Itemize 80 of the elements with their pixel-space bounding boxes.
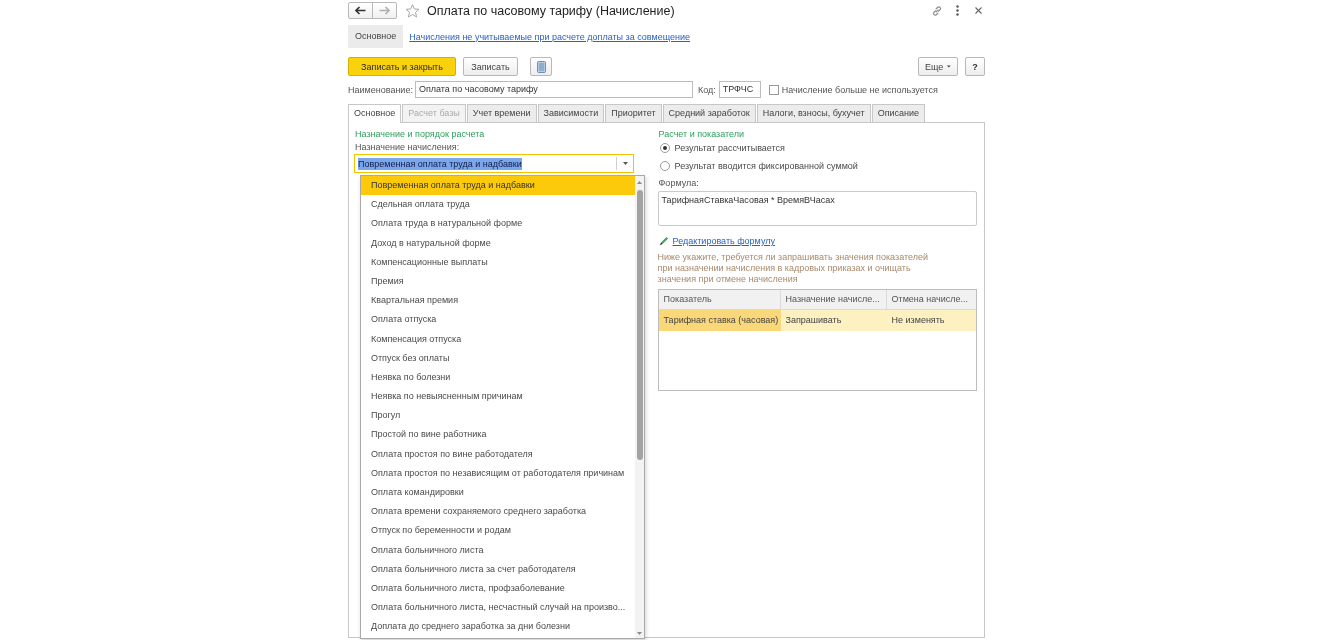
- name-field[interactable]: Оплата по часовому тарифу: [414, 81, 693, 98]
- dropdown-option[interactable]: Квартальная премия: [361, 291, 635, 311]
- purpose-combobox[interactable]: Повременная оплата труда и надбавки: [354, 154, 634, 173]
- pencil-icon: [658, 236, 669, 246]
- more-icon[interactable]: [956, 5, 959, 16]
- radio-label: Результат вводится фиксированной суммой: [674, 161, 858, 171]
- tab[interactable]: Налоги, взносы, бухучет: [756, 104, 871, 122]
- back-button[interactable]: [348, 2, 373, 19]
- checkbox[interactable]: [768, 84, 779, 95]
- section-link[interactable]: Начисления не учитываемые при расчете доплаты за совмещение: [409, 31, 690, 42]
- help-button[interactable]: ?: [965, 57, 985, 76]
- code-field[interactable]: ТРФЧС: [718, 81, 761, 98]
- dropdown-option[interactable]: Доход в натуральной форме: [361, 233, 635, 253]
- column-header[interactable]: Показатель: [658, 290, 781, 310]
- section-tab[interactable]: Основное: [348, 25, 404, 48]
- dropdown-option[interactable]: Компенсационные выплаты: [361, 252, 635, 272]
- dropdown-option[interactable]: Оплата простоя по независящим от работодателя причинам: [361, 463, 635, 483]
- dropdown-option[interactable]: Премия: [361, 271, 635, 292]
- dropdown-option[interactable]: Отпуск по беременности и родам: [361, 521, 635, 541]
- tab[interactable]: Описание: [871, 104, 926, 122]
- tab[interactable]: Учет времени: [466, 104, 537, 122]
- hint-text: Ниже укажите, требуется ли запрашивать значения показателей при назначении начисления в кадровых приказах и очищать значения при отмене начисления: [657, 252, 929, 285]
- tab[interactable]: Приоритет: [605, 104, 662, 122]
- scrollbar-thumb[interactable]: [636, 190, 643, 460]
- field-label: Назначение начисления:: [354, 141, 461, 153]
- radio-label: Результат рассчитывается: [674, 143, 785, 153]
- dropdown-option[interactable]: Оплата больничного листа за счет работодателя: [361, 559, 635, 579]
- column-header[interactable]: Назначение начисле...: [780, 290, 887, 310]
- dropdown-option[interactable]: Оплата труда в натуральной форме: [361, 214, 635, 234]
- document-button[interactable]: [530, 57, 552, 76]
- left-arrow-icon: [355, 6, 366, 15]
- section-heading: Назначение и порядок расчета: [354, 128, 486, 140]
- table-cell: Тарифная ставка (часовая): [658, 310, 781, 331]
- edit-formula-link[interactable]: Редактировать формулу: [672, 236, 775, 246]
- tab[interactable]: Средний заработок: [662, 104, 756, 122]
- radio-button[interactable]: [659, 143, 670, 153]
- dropdown-option[interactable]: Неявка по болезни: [361, 367, 635, 388]
- dropdown-option[interactable]: Оплата простоя по вине работодателя: [361, 444, 635, 464]
- link-icon[interactable]: [931, 4, 943, 17]
- more-button[interactable]: Еще: [918, 57, 958, 76]
- caret-icon: [947, 65, 951, 68]
- formula-field[interactable]: ТарифнаяСтавкаЧасовая * ВремяВЧасах: [657, 191, 977, 226]
- table-cell-text: Запрашивать: [784, 314, 843, 327]
- field-label: Код:: [697, 84, 716, 95]
- secondary-button[interactable]: Записать: [463, 57, 518, 76]
- dropdown-option[interactable]: Повременная оплата труда и надбавки: [361, 176, 635, 196]
- tab[interactable]: Зависимости: [537, 104, 605, 122]
- primary-button[interactable]: Записать и закрыть: [348, 57, 456, 76]
- caret-icon[interactable]: [623, 162, 628, 165]
- combobox-value: Повременная оплата труда и надбавки: [358, 157, 522, 170]
- table-row[interactable]: Тарифная ставка (часовая) Запрашивать Не изменять: [658, 310, 976, 331]
- dropdown-option[interactable]: Компенсация отпуска: [361, 329, 635, 349]
- dropdown-option[interactable]: Оплата больничного листа: [361, 540, 635, 560]
- scrollbar[interactable]: [635, 176, 644, 638]
- table-cell-text: Не изменять: [890, 314, 946, 327]
- checkbox-label: Начисление больше не используется: [781, 84, 938, 95]
- dropdown-option[interactable]: Прогул: [361, 406, 635, 426]
- down-arrow-icon[interactable]: [637, 632, 642, 635]
- field-label: Формула:: [657, 177, 700, 189]
- dropdown-option[interactable]: Оплата отпуска: [361, 310, 635, 330]
- dropdown-option[interactable]: Сдельная оплата труда: [361, 195, 635, 215]
- window-title: Оплата по часовому тарифу (Начисление): [427, 3, 675, 18]
- section-heading: Расчет и показатели: [657, 128, 746, 140]
- up-arrow-icon[interactable]: [637, 181, 642, 184]
- star-icon[interactable]: [405, 3, 420, 18]
- tab[interactable]: Основное: [348, 104, 402, 123]
- document-icon: [536, 60, 546, 73]
- close-icon[interactable]: [975, 7, 982, 14]
- dropdown-option[interactable]: Оплата времени сохраняемого среднего заработка: [361, 502, 635, 522]
- dropdown-option[interactable]: Простой по вине работника: [361, 425, 635, 445]
- dropdown-option[interactable]: Оплата командировки: [361, 483, 635, 503]
- column-header[interactable]: Отмена начисле...: [886, 290, 976, 310]
- dropdown-option[interactable]: Оплата больничного листа, несчастный случай на произво...: [361, 598, 635, 618]
- dropdown-option[interactable]: Отпуск без оплаты: [361, 348, 635, 368]
- field-label: Наименование:: [348, 84, 413, 95]
- right-arrow-icon: [379, 6, 390, 15]
- dropdown-option[interactable]: Оплата больничного листа, профзаболевание: [361, 578, 635, 599]
- dropdown-option[interactable]: Неявка по невыясненным причинам: [361, 387, 635, 407]
- dropdown-option[interactable]: Доплата до среднего заработка за дни болезни: [361, 617, 635, 637]
- radio-button[interactable]: [659, 161, 670, 171]
